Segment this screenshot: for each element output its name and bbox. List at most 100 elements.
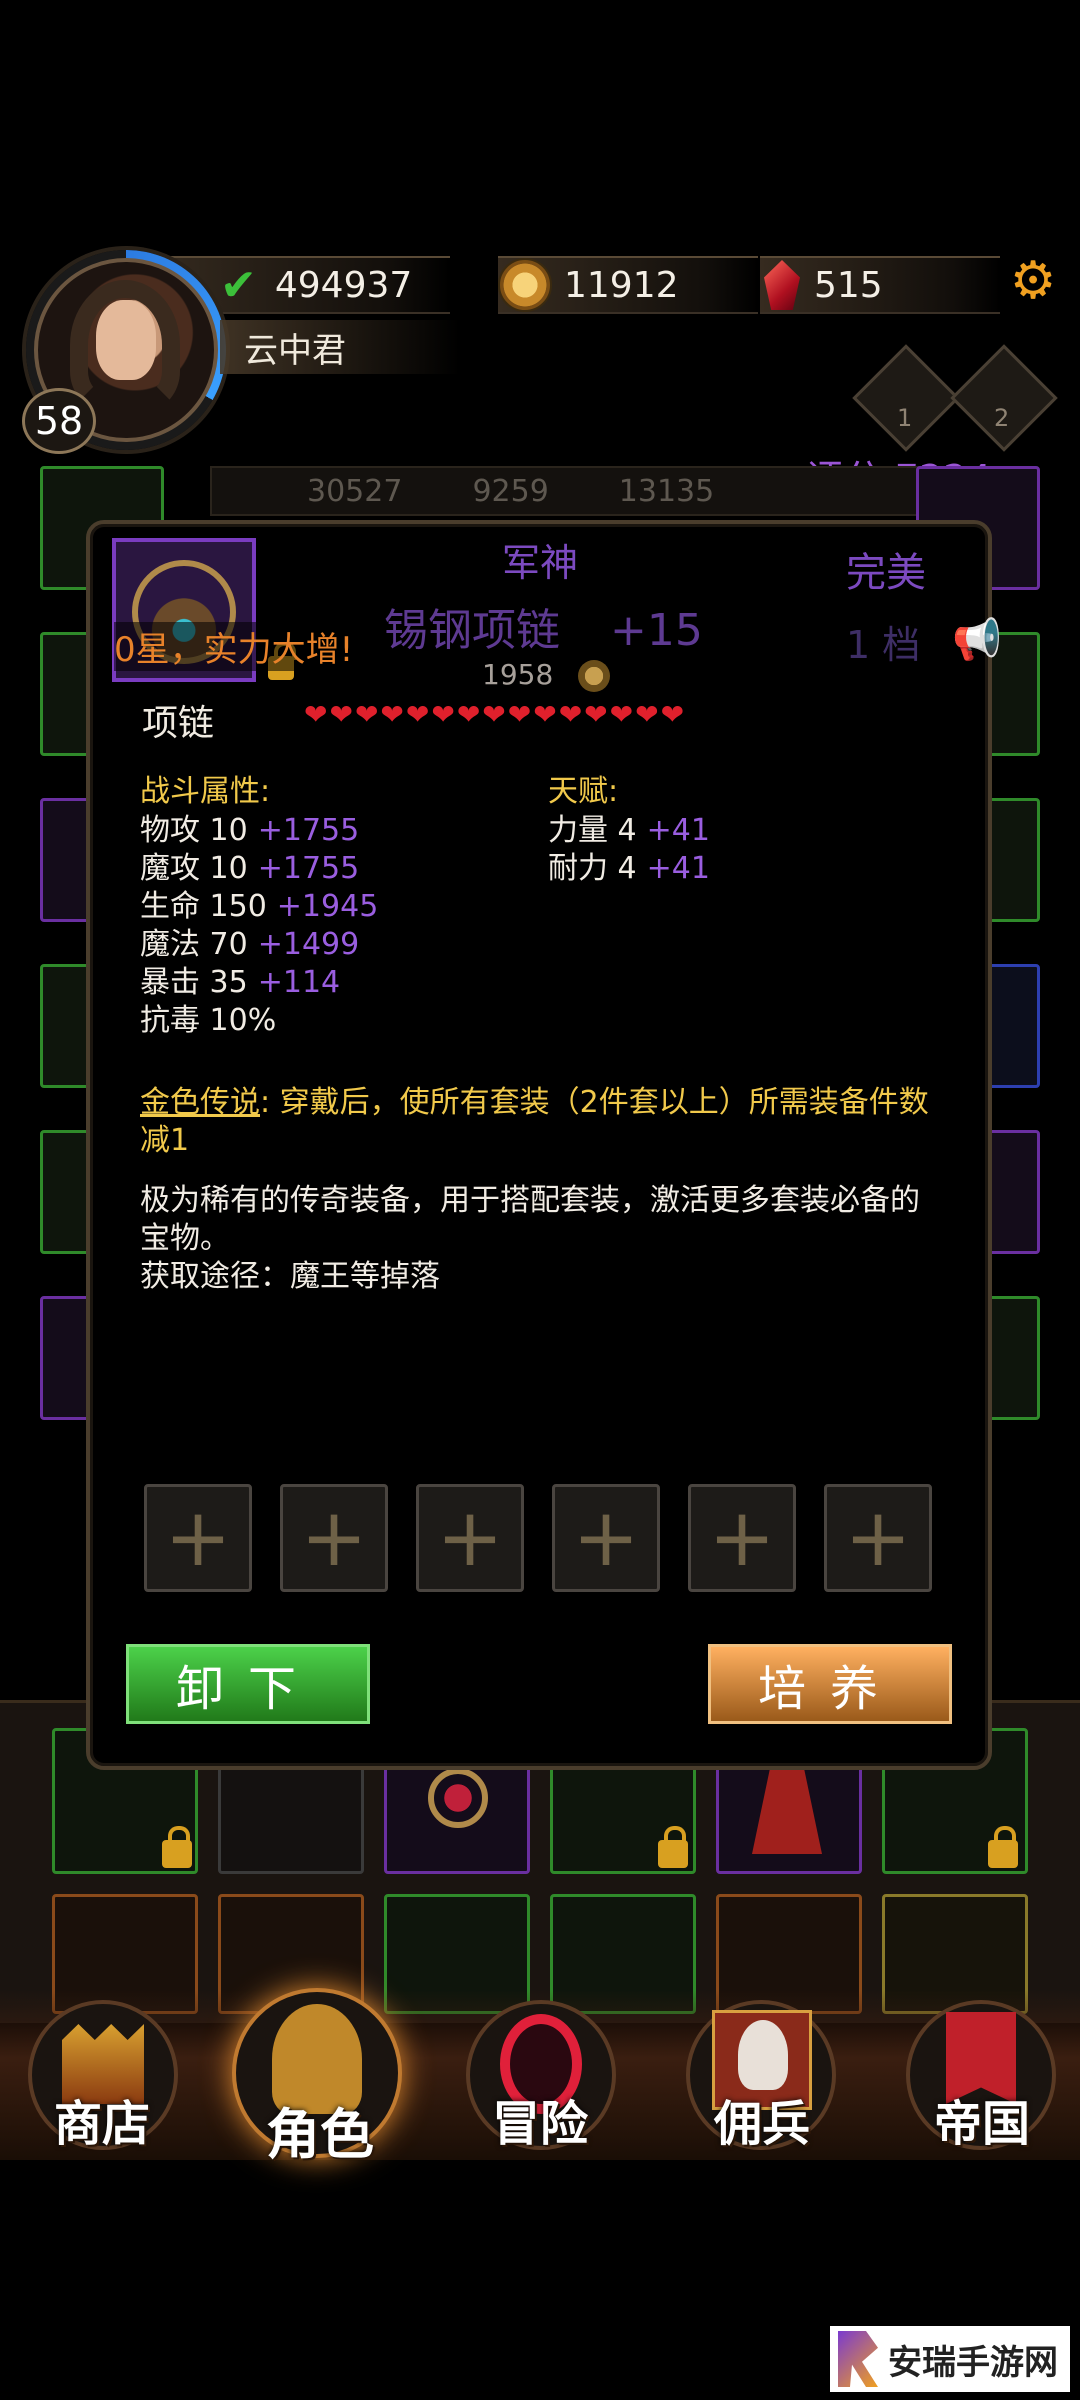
train-label: 培养 [757, 1661, 902, 1717]
red-gem-icon [764, 260, 800, 310]
avatar-face [96, 300, 156, 380]
talent-title: 天赋: [548, 774, 619, 809]
nav-empire-label: 帝国 [933, 2096, 1030, 2152]
stat-base: 魔法 70 [140, 927, 248, 962]
power-value: 494937 [274, 264, 413, 306]
heart-icon: ❤ [304, 698, 328, 731]
price-coin-icon [578, 660, 610, 692]
unequip-button[interactable]: 卸下 [126, 1644, 370, 1724]
watermark-text: 安瑞手游网 [888, 2342, 1058, 2383]
rank-badge-2[interactable] [950, 344, 1058, 452]
gem-socket-1[interactable]: + [144, 1484, 252, 1592]
stat-row: 物攻 10 +1755 [140, 812, 378, 850]
stat-base: 物攻 10 [140, 813, 248, 848]
stat-bonus: +41 [646, 813, 710, 848]
watermark: 安瑞手游网 [830, 2326, 1070, 2392]
heart-icon: ❤ [558, 698, 583, 731]
nav-mercenary-label: 佣兵 [713, 2096, 810, 2152]
stat-base: 暴击 35 [140, 965, 248, 1000]
heart-icon: ❤ [507, 698, 532, 731]
stat-bonus: +1499 [257, 927, 360, 962]
bg-stat-a: 30527 [307, 473, 403, 509]
heart-icon: ❤ [354, 698, 379, 731]
heart-icon: ❤ [431, 698, 455, 731]
legend-effect: 金色传说: 穿戴后，使所有套装（2件套以上）所需装备件数减1 [140, 1084, 940, 1160]
gold-bar[interactable]: 11912 [498, 256, 758, 314]
rank-number-2: 2 [994, 404, 1010, 432]
stat-base: 魔攻 10 [140, 851, 248, 886]
stat-row: 暴击 35 +114 [140, 964, 378, 1002]
gem-value: 515 [814, 264, 883, 306]
stat-base: 抗毒 10% [140, 1003, 277, 1038]
heart-icon: ❤ [482, 698, 506, 731]
heart-icon: ❤ [329, 698, 353, 731]
stat-bonus: +114 [257, 965, 341, 1000]
player-name: 云中君 [220, 320, 460, 374]
gem-bar[interactable]: 515 [760, 256, 1000, 314]
heart-icon: ❤ [609, 698, 634, 731]
level-badge: 58 [22, 388, 96, 454]
rank-number-1: 1 [897, 404, 913, 432]
battle-stats: 战斗属性: 物攻 10 +1755 魔攻 10 +1755 生命 150 +1945 魔法 … [140, 766, 378, 1040]
heart-icon: ❤ [635, 698, 659, 731]
source-text: 获取途径：魔王等掉落 [140, 1259, 440, 1294]
heart-icon: ❤ [584, 698, 608, 731]
gem-socket-2[interactable]: + [280, 1484, 388, 1592]
stat-row: 魔攻 10 +1755 [140, 850, 378, 888]
gem-socket-4[interactable]: + [552, 1484, 660, 1592]
bg-stat-b: 9259 [472, 473, 549, 509]
announcement-marquee: 0星，实力大增! [114, 622, 354, 671]
stat-bonus: +1755 [257, 851, 360, 886]
heart-icon: ❤ [660, 698, 685, 731]
gem-socket-6[interactable]: + [824, 1484, 932, 1592]
heart-icon: ❤ [533, 698, 557, 731]
lock-icon [658, 1826, 688, 1868]
stat-base: 力量 4 [548, 813, 637, 848]
item-description: 极为稀有的传奇装备，用于搭配套装，激活更多套装必备的宝物。 获取途径：魔王等掉落 [140, 1182, 940, 1296]
horn-icon[interactable]: 📢 [952, 618, 1002, 662]
unequip-label: 卸下 [175, 1661, 320, 1717]
nav-adventure-label: 冒险 [491, 2096, 588, 2152]
legend-label[interactable]: 金色传说 [140, 1085, 260, 1120]
background-stats-strip: 30527 9259 13135 [210, 466, 990, 516]
item-name-text: 锡钢项链 [384, 605, 560, 656]
gem-socket-3[interactable]: + [416, 1484, 524, 1592]
stat-row: 魔法 70 +1499 [140, 926, 378, 964]
stat-base: 耐力 4 [548, 851, 637, 886]
heart-icon: ❤ [380, 698, 404, 731]
item-type: 军神 [502, 541, 579, 585]
item-price: 1958 [482, 658, 554, 691]
rank-badge-1[interactable] [852, 344, 960, 452]
heart-icon: ❤ [405, 698, 430, 731]
description-text: 极为稀有的传奇装备，用于搭配套装，激活更多套装必备的宝物。 [140, 1183, 920, 1256]
heart-icon: ❤ [456, 698, 481, 731]
bg-stat-c: 13135 [618, 473, 715, 509]
socket-row: + + + + + + [144, 1484, 932, 1592]
nav-character-label: 角色 [266, 2103, 374, 2166]
lock-icon [162, 1826, 192, 1868]
lock-icon [988, 1826, 1018, 1868]
item-quality: 完美 [846, 550, 926, 596]
star-hearts: ❤ ❤ ❤ ❤ ❤ ❤ ❤ ❤ ❤ ❤ ❤ ❤ ❤ ❤ ❤ [304, 700, 684, 730]
stat-row: 力量 4 +41 [548, 812, 710, 850]
gold-coin-icon [498, 258, 552, 312]
train-button[interactable]: 培养 [708, 1644, 952, 1724]
stat-row: 生命 150 +1945 [140, 888, 378, 926]
stat-row: 耐力 4 +41 [548, 850, 710, 888]
stat-row: 抗毒 10% [140, 1002, 378, 1040]
item-enhance: +15 [610, 605, 703, 656]
gem-socket-5[interactable]: + [688, 1484, 796, 1592]
item-slot-label: 项链 [142, 703, 215, 744]
jewel-icon [428, 1768, 488, 1828]
stat-bonus: +1945 [276, 889, 379, 924]
battle-stats-title: 战斗属性: [140, 774, 271, 809]
gold-value: 11912 [564, 264, 679, 306]
item-name: 锡钢项链 +15 [384, 594, 703, 658]
nav-shop-label: 商店 [53, 2096, 150, 2152]
talent-stats: 天赋: 力量 4 +41 耐力 4 +41 [548, 766, 710, 888]
settings-gear-icon[interactable]: ⚙ [1008, 255, 1058, 307]
stat-bonus: +1755 [257, 813, 360, 848]
item-grade: 1 档 [846, 623, 921, 667]
stat-bonus: +41 [646, 851, 710, 886]
check-icon: ✔ [220, 259, 257, 311]
